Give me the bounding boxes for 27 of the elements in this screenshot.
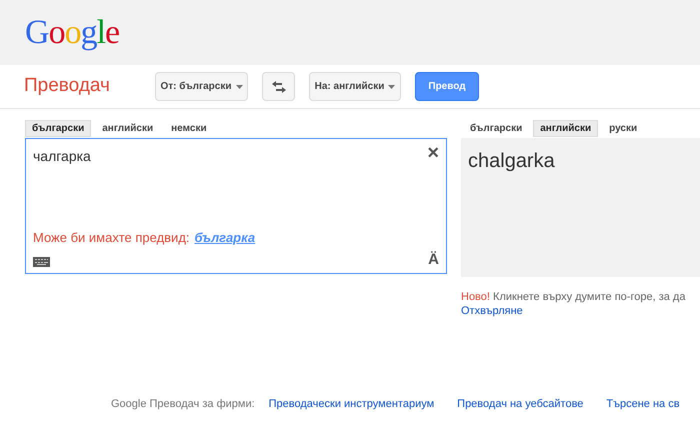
dismiss-link[interactable]: Отхвърляне <box>461 304 700 318</box>
footer-link[interactable]: Преводачески инструментариум <box>268 396 434 412</box>
swap-languages-button[interactable] <box>262 72 295 101</box>
language-tab[interactable]: български <box>25 120 92 137</box>
new-badge-text: Ново! <box>461 291 490 303</box>
suggestion-label: Може би имахте предвид: <box>33 228 190 247</box>
accent-button[interactable]: Ä <box>428 252 439 267</box>
source-language-select[interactable]: От: български <box>155 72 248 101</box>
language-tab[interactable]: английски <box>95 120 160 137</box>
swap-arrows-icon <box>272 80 286 92</box>
language-tab[interactable]: български <box>463 120 530 137</box>
translation-text: chalgarka <box>468 150 555 172</box>
footer-link[interactable]: Преводач на уебсайтове <box>457 396 584 412</box>
notice-text: Кликнете върху думите по-горе, за да <box>493 291 686 303</box>
dropdown-caret-icon <box>388 84 396 88</box>
source-text: чалгарка <box>33 147 91 166</box>
language-tab[interactable]: английски <box>533 120 598 137</box>
language-tab[interactable]: руски <box>602 120 644 137</box>
dropdown-caret-icon <box>236 84 243 88</box>
footer-link[interactable]: Търсене на св <box>606 396 680 412</box>
logo[interactable]: Google <box>25 16 120 50</box>
source-text-field[interactable]: чалгарка × Може би имахте предвид: българка Ä <box>25 138 447 274</box>
keyboard-icon[interactable] <box>33 257 50 267</box>
footer-label: Google Преводач за фирми: <box>111 397 255 412</box>
target-language-select[interactable]: На: английски <box>309 72 401 101</box>
language-tab[interactable]: немски <box>164 120 214 137</box>
page-title: Преводач <box>23 74 111 98</box>
